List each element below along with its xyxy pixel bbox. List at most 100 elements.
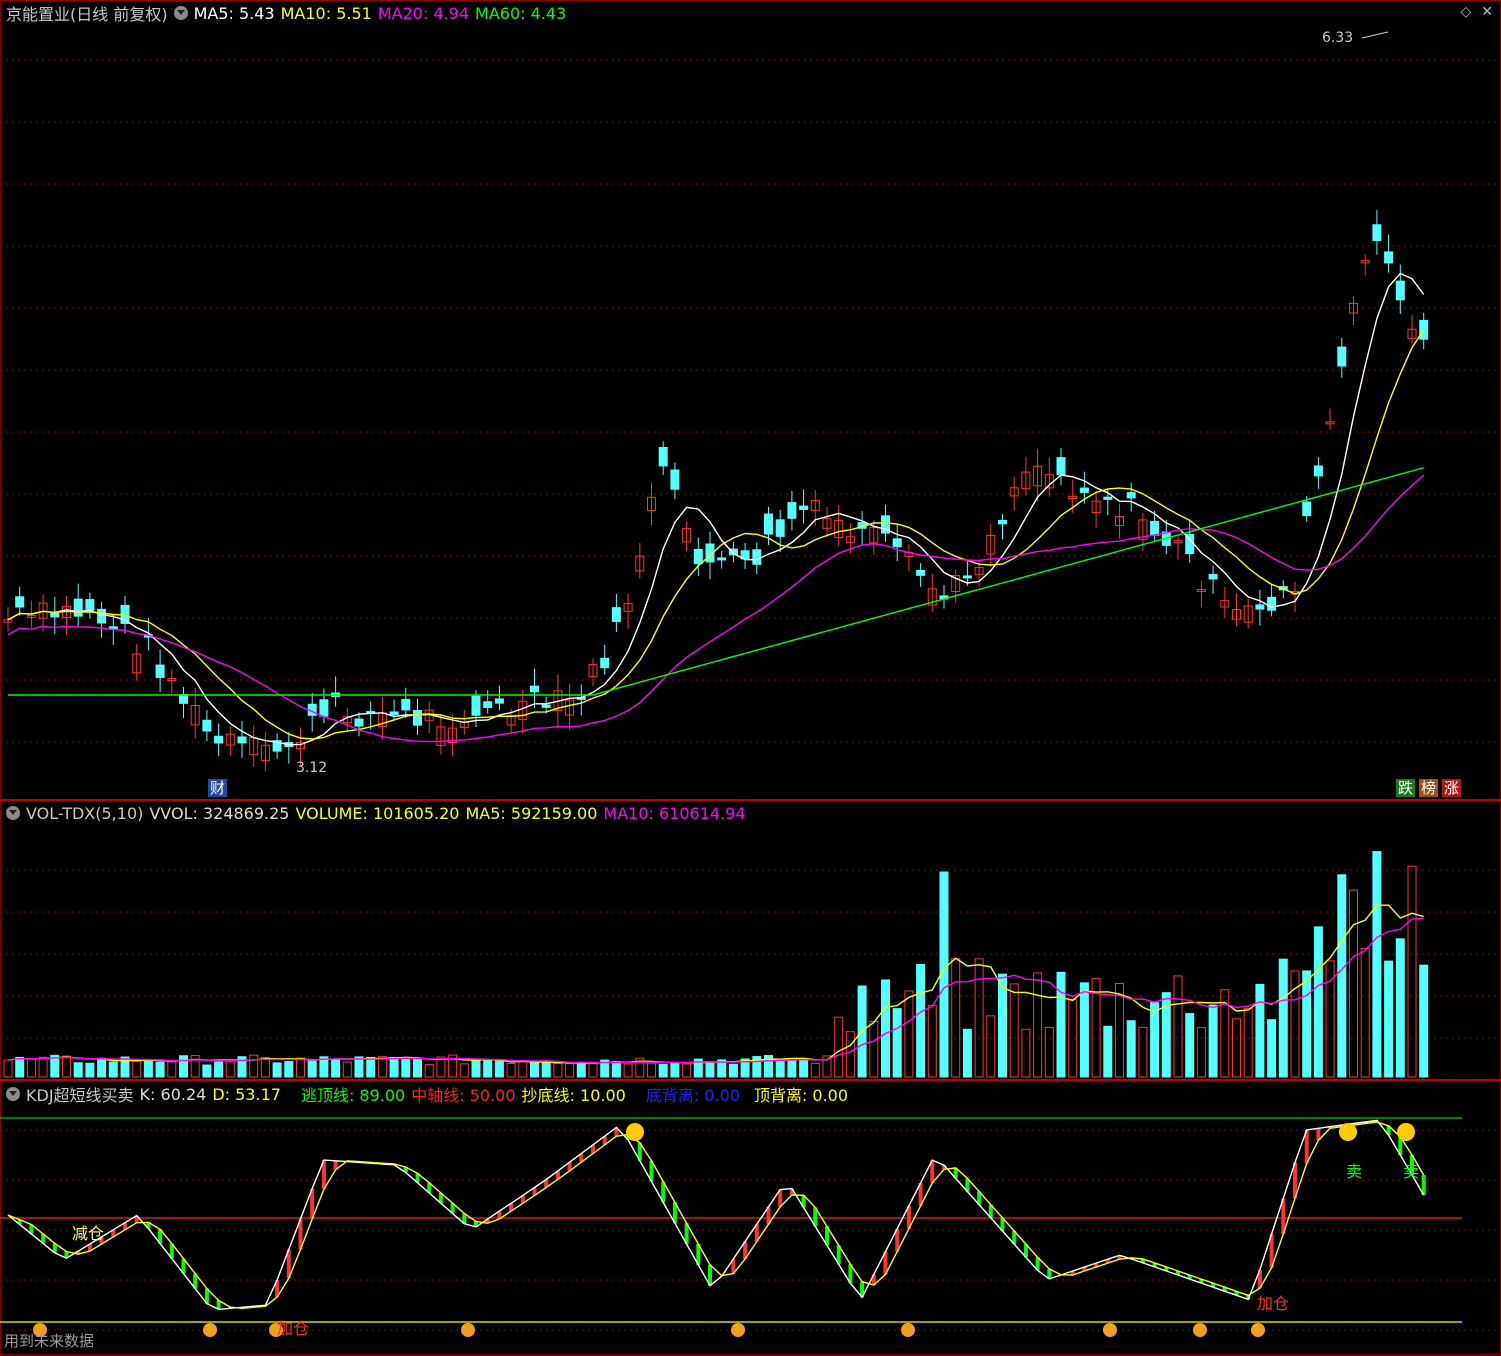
future-data-note: 用到未来数据 [4,1332,95,1350]
volume-bar [143,1060,153,1078]
candle-body [401,698,411,711]
volume-bar [553,1062,563,1078]
tag-rise[interactable]: 涨 [1442,779,1462,797]
candle-body [1255,604,1265,610]
volume-bar [296,1057,305,1078]
buy-hand-icon [203,1323,217,1337]
buy-hand-icon [1103,1323,1117,1337]
volume-bar [576,1062,586,1078]
candle-body [1056,457,1066,476]
volume-bar [1056,971,1066,1078]
kdj-panel-name: KDJ超短线买卖 [26,1086,134,1105]
volume-bar [1033,972,1043,1078]
volume-bar [1395,938,1405,1078]
kdj-panel-toggle-icon[interactable] [6,1087,20,1101]
kdj-k-line [7,1119,1425,1311]
signal-sell-label-2: 卖 [1403,1162,1420,1181]
volume-bar [424,1064,434,1078]
candle-body [1313,465,1323,477]
candle-body [530,685,539,693]
candle-body [50,612,60,618]
volume-bar [1126,1020,1136,1078]
volume-bar [483,1060,493,1078]
volume-bar [1349,889,1358,1078]
kdj-k-readout: K: 60.24 [139,1084,207,1104]
volume-bar [85,1062,95,1078]
finance-marker[interactable]: 财 [208,779,228,797]
volume-bar [1384,960,1394,1078]
volume-bar [834,1016,844,1078]
signal-add-label-1: 加仓 [277,1319,310,1338]
volume-bar [506,1063,516,1078]
volume-bar [26,1058,36,1078]
vol-ma10-readout: MA10: 610614.94 [603,803,746,823]
vol-panel-toggle-icon[interactable] [6,806,20,820]
window-icons: ◇ ✕ [1460,4,1493,20]
volume-bar [518,1060,528,1078]
candle-body [97,608,107,624]
volume-bar [951,958,961,1078]
volume-bar [1138,1026,1148,1078]
volume-bar [459,1063,469,1078]
ma5-line [7,272,1425,746]
ma20-line [7,474,1425,743]
low-price-label: 3.12 [296,760,328,776]
candle-body [471,695,481,716]
buy-hand-icon [731,1323,745,1337]
candle-body [1267,596,1277,611]
candle-body [717,557,727,561]
tag-fall[interactable]: 跌 [1396,779,1416,797]
volume-bar [1021,1028,1031,1078]
volume-bar [682,1063,692,1078]
tag-rank[interactable]: 榜 [1419,779,1439,797]
candle-body [998,519,1007,525]
volume-bar [1243,1007,1253,1078]
main-panel-title: 京能置业(日线 前复权) [6,5,168,24]
volume-bar [494,1060,504,1078]
signal-add-label-2: 加仓 [1257,1294,1290,1313]
vol-vvol-readout: VVOL: 324869.25 [149,803,290,823]
candle-body [1419,319,1429,340]
main-ma60-readout: MA60: 4.43 [475,3,567,23]
candle-body [494,698,504,704]
volume-bar [1407,865,1417,1078]
volume-bar [810,1063,820,1078]
diamond-icon[interactable]: ◇ [1460,4,1471,20]
volume-bar [307,1058,317,1078]
candle-body [155,664,165,678]
volume-bar [1419,964,1429,1078]
buy-hand-icon [1193,1323,1207,1337]
candle-body [693,548,703,565]
volume-bar [1185,1013,1195,1078]
main-ma5-readout: MA5: 5.43 [193,3,275,23]
volume-bar [202,1064,212,1078]
vol-panel-header: VOL-TDX(5,10) VVOL: 324869.25 VOLUME: 10… [6,802,752,824]
volume-bar [1196,1027,1206,1078]
candle-body [1302,501,1312,517]
volume-bar [471,1059,481,1078]
volume-bar [179,1055,188,1078]
volume-bar [530,1061,539,1078]
candle-body [413,709,422,726]
volume-bar [1079,982,1089,1078]
close-icon[interactable]: ✕ [1481,4,1493,20]
ma60-line [8,467,1424,696]
volume-bar [962,1028,972,1078]
volume-bar [38,1056,48,1078]
peak-price-label: 6.33 [1322,30,1354,46]
volume-bar [1150,1002,1160,1078]
main-panel-toggle-icon[interactable] [173,6,188,20]
volume-bar [775,1060,785,1078]
volume-bar [1232,1018,1241,1078]
kdj-panel-header: KDJ超短线买卖 K: 60.24 D: 53.17 逃顶线: 89.00 中轴… [6,1083,854,1105]
candle-body [670,469,680,490]
volume-bar [260,1056,270,1078]
ma10-line [7,329,1425,740]
buy-hand-icon [1251,1323,1265,1337]
volume-bar [132,1061,142,1078]
volume-bar [670,1062,680,1078]
volume-bar [799,1058,809,1078]
volume-bar [167,1061,177,1078]
volume-bar [15,1056,25,1078]
kdj-bottom-line-readout: 抄底线: 10.00 [521,1086,626,1105]
